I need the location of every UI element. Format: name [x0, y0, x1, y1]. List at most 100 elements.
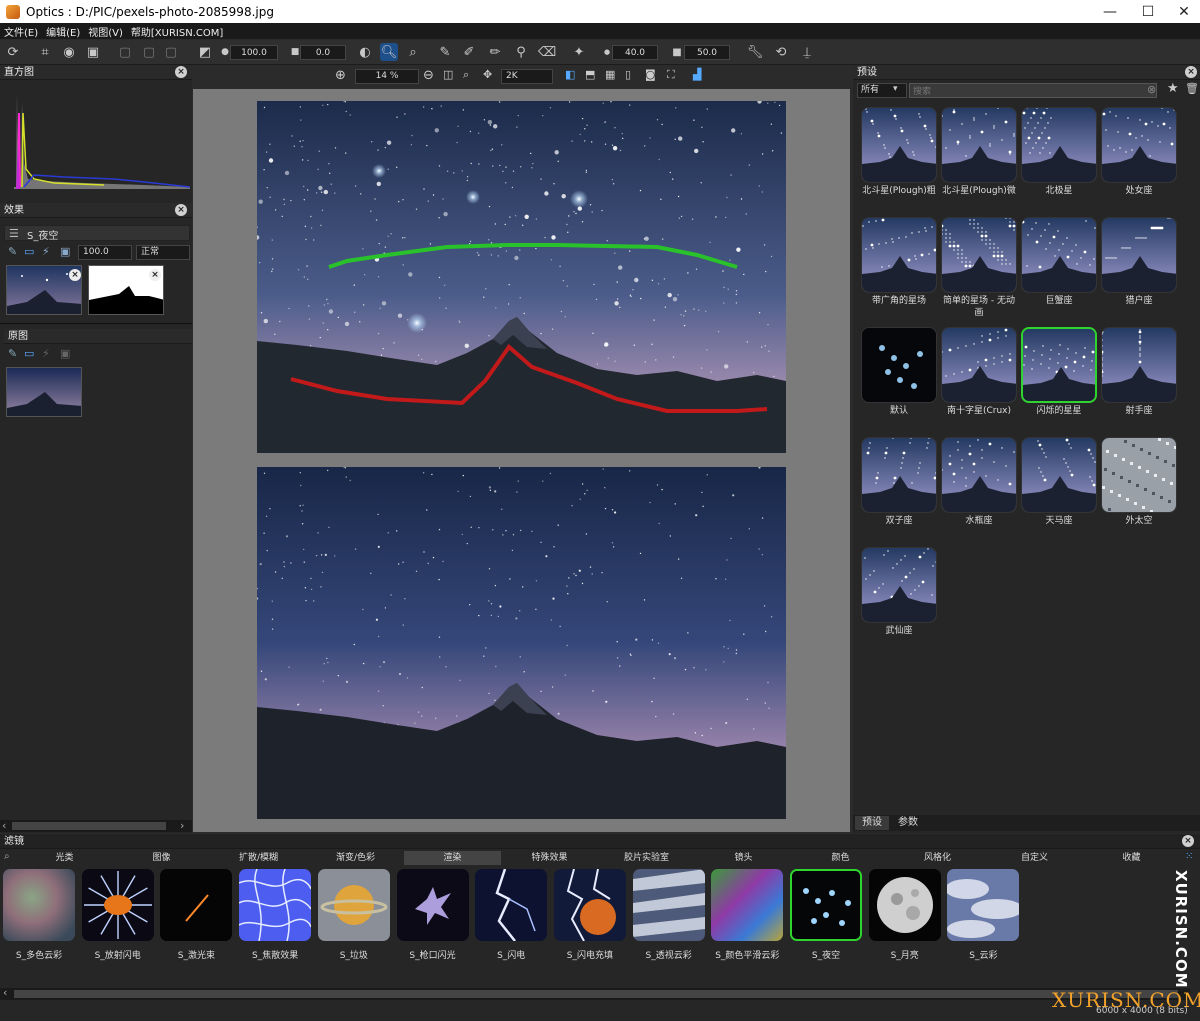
preset-filter-select[interactable]: 所有: [857, 83, 907, 98]
preset-thumbnail[interactable]: [1021, 107, 1097, 183]
pen-icon[interactable]: ✏: [486, 43, 504, 61]
original-thumbnail[interactable]: [6, 367, 82, 417]
close-icon[interactable]: ×: [175, 204, 187, 216]
preview-image[interactable]: [257, 101, 786, 453]
refresh-icon[interactable]: ⟳: [4, 43, 22, 61]
zoom-field[interactable]: 14 %: [355, 69, 419, 84]
fit-icon[interactable]: ▣: [84, 43, 102, 61]
filter-thumbnail[interactable]: [947, 869, 1020, 941]
trash-icon[interactable]: 🗑︎: [1185, 82, 1199, 95]
preset-thumbnail[interactable]: [941, 437, 1017, 513]
left-scrollbar[interactable]: ‹ ›: [0, 819, 192, 832]
preset-thumbnail[interactable]: [1021, 217, 1097, 293]
filter-category-tab[interactable]: 胶片实验室: [598, 851, 695, 865]
grid-icon[interactable]: ▦: [605, 68, 615, 81]
filter-thumbnail[interactable]: [239, 869, 312, 941]
monitor-icon[interactable]: ▭: [24, 245, 34, 258]
fullscreen-icon[interactable]: ⛶: [667, 68, 675, 82]
monitor-icon[interactable]: ▭: [24, 347, 34, 360]
scroll-right-icon[interactable]: ›: [180, 819, 184, 832]
pin-icon[interactable]: ⍊: [798, 43, 816, 61]
edit-icon[interactable]: ✎: [8, 245, 17, 258]
eraser-icon[interactable]: ⌫: [538, 43, 556, 61]
filter-category-tab[interactable]: 光类: [16, 851, 113, 865]
compare-icon[interactable]: ◫: [443, 68, 453, 81]
maximize-button[interactable]: ☐: [1130, 0, 1166, 23]
single-view-icon[interactable]: ▯: [625, 68, 631, 81]
frame-icon[interactable]: ▣: [60, 245, 70, 258]
preset-thumbnail[interactable]: [941, 107, 1017, 183]
filter-category-tab[interactable]: 扩散/模糊: [210, 851, 307, 865]
preset-thumbnail[interactable]: [941, 217, 1017, 293]
star-icon[interactable]: ★: [1167, 81, 1179, 96]
close-button[interactable]: ✕: [1166, 0, 1200, 23]
brush-icon[interactable]: ✎: [436, 43, 454, 61]
filter-thumbnail[interactable]: [81, 869, 154, 941]
minimize-button[interactable]: —: [1092, 0, 1128, 23]
stamp-icon[interactable]: ✦: [570, 43, 588, 61]
search-icon[interactable]: ⌕: [4, 851, 10, 862]
filter-thumbnail[interactable]: [632, 869, 705, 941]
filter-thumbnail[interactable]: [317, 869, 390, 941]
filter-category-tab[interactable]: 特殊效果: [501, 851, 598, 865]
filters-scrollbar[interactable]: ‹: [0, 986, 1190, 1000]
filter-thumbnail[interactable]: [553, 869, 626, 941]
scroll-left-icon[interactable]: ‹: [2, 819, 6, 832]
filter-thumbnail[interactable]: [868, 869, 941, 941]
filter-category-tab[interactable]: 颜色: [792, 851, 889, 865]
layer-opacity[interactable]: 100.0: [78, 245, 132, 260]
search-icon[interactable]: ⌕: [404, 43, 422, 61]
remove-mask-icon[interactable]: ×: [149, 269, 161, 281]
tab-params[interactable]: 参数: [891, 816, 925, 830]
preset-thumbnail[interactable]: [1021, 327, 1097, 403]
blur-icon[interactable]: ◐: [356, 43, 374, 61]
preset-thumbnail[interactable]: [861, 547, 937, 623]
menu-file[interactable]: 文件(E): [4, 24, 38, 39]
dropper-icon[interactable]: ⚲: [512, 43, 530, 61]
tab-presets[interactable]: 预设: [855, 816, 889, 830]
filter-category-tab[interactable]: 镜头: [695, 851, 792, 865]
clear-search-icon[interactable]: ⊗: [1147, 83, 1156, 96]
preset-thumbnail[interactable]: [1021, 437, 1097, 513]
split-vertical-icon[interactable]: ◧: [565, 68, 575, 81]
close-icon[interactable]: ×: [1182, 835, 1194, 847]
wrench-icon[interactable]: 🔧︎: [746, 43, 764, 61]
filter-thumbnail[interactable]: [396, 869, 469, 941]
layers2-icon[interactable]: ▢: [140, 43, 158, 61]
zoom-icon[interactable]: 🔍︎: [380, 43, 398, 61]
zoom-out-icon[interactable]: ⊖: [423, 68, 434, 83]
filter-category-tab[interactable]: 收藏: [1083, 851, 1180, 865]
scroll-left-icon[interactable]: ‹: [3, 986, 7, 999]
move-icon[interactable]: ✥: [483, 68, 492, 81]
brush-opacity-spinner[interactable]: 50.0: [684, 45, 730, 60]
filter-category-tab[interactable]: 图像: [113, 851, 210, 865]
close-icon[interactable]: ×: [1185, 66, 1197, 78]
filter-thumbnail[interactable]: [711, 869, 784, 941]
layer-row[interactable]: ☰ S_夜空: [4, 225, 190, 242]
histogram-icon[interactable]: ▟: [693, 68, 701, 81]
original-image[interactable]: [257, 467, 786, 819]
preset-thumbnail[interactable]: [1101, 327, 1177, 403]
edit-icon[interactable]: ✎: [8, 347, 17, 360]
filter-thumbnail[interactable]: [3, 869, 75, 941]
camera-icon[interactable]: ◙: [645, 68, 656, 81]
canvas-area[interactable]: [193, 89, 850, 832]
grid-view-icon[interactable]: ⁙: [1185, 851, 1193, 862]
frame-icon[interactable]: ▣: [60, 347, 70, 360]
opacity-spinner[interactable]: 100.0: [230, 45, 278, 60]
preset-thumbnail[interactable]: [861, 437, 937, 513]
filter-category-tab[interactable]: 自定义: [986, 851, 1083, 865]
menu-view[interactable]: 视图(V): [88, 24, 123, 39]
preset-thumbnail[interactable]: [861, 327, 937, 403]
angle-spinner[interactable]: 0.0: [300, 45, 346, 60]
preset-thumbnail[interactable]: [861, 217, 937, 293]
filter-thumbnail[interactable]: [160, 869, 233, 941]
gradient-icon[interactable]: ◩: [196, 43, 214, 61]
remove-effect-icon[interactable]: ×: [69, 269, 81, 281]
preset-thumbnail[interactable]: [1101, 107, 1177, 183]
filter-thumbnail[interactable]: [790, 869, 862, 941]
preset-thumbnail[interactable]: [1101, 437, 1177, 513]
filter-category-tab[interactable]: 渐变/色彩: [307, 851, 404, 865]
paint-icon[interactable]: ✐: [460, 43, 478, 61]
preset-thumbnail[interactable]: [941, 327, 1017, 403]
